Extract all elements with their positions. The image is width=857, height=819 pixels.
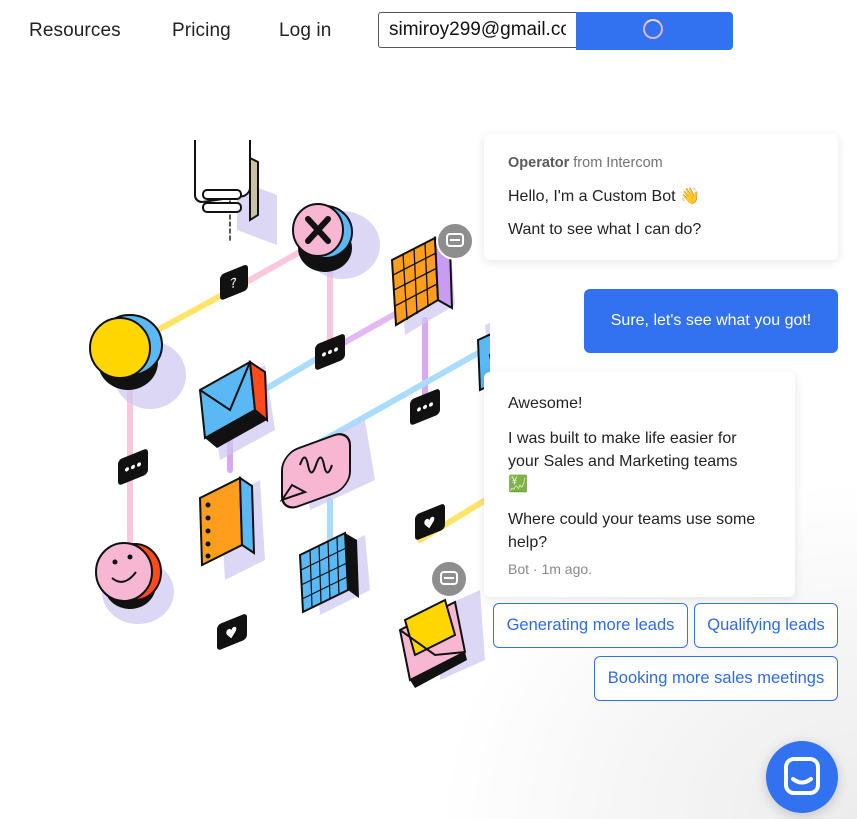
bot-message-bubble: Awesome! I was built to make life easier… — [484, 372, 795, 597]
operator-avatar — [436, 222, 474, 260]
user-reply-bubble: Sure, let's see what you got! — [584, 289, 838, 353]
bot-line-help-1: Where could your teams use some — [508, 511, 756, 528]
pink-chat-bubble-icon — [279, 420, 375, 510]
option-booking-meetings-button[interactable]: Booking more sales meetings — [594, 656, 838, 701]
operator-greeting: Hello, I'm a Custom Bot 👋 — [508, 188, 700, 205]
notebook-icon — [198, 476, 265, 580]
operator-message-bubble: Operator from Intercom Hello, I'm a Cust… — [484, 134, 838, 260]
nav-pricing-link[interactable]: Pricing — [172, 20, 231, 42]
envelope-icon — [198, 359, 275, 460]
bot-line-help-2: help? — [508, 534, 548, 551]
loading-spinner-icon — [643, 19, 663, 39]
email-field[interactable] — [378, 12, 576, 48]
yellow-disc-icon — [89, 314, 186, 409]
operator-header: Operator from Intercom — [508, 155, 663, 171]
bot-line-built-1: I was built to make life easier for — [508, 430, 737, 447]
option-generating-leads-button[interactable]: Generating more leads — [493, 603, 688, 648]
nav-login-link[interactable]: Log in — [279, 20, 331, 42]
option-qualifying-leads-button[interactable]: Qualifying leads — [694, 603, 838, 648]
bot-avatar — [430, 560, 468, 598]
open-envelope-icon — [398, 590, 485, 688]
bot-timestamp: Bot · 1m ago. — [508, 561, 593, 577]
nav-resources-link[interactable]: Resources — [29, 20, 121, 42]
bot-icon — [440, 571, 458, 585]
bot-line-awesome: Awesome! — [508, 395, 583, 412]
note-card-icon — [194, 140, 277, 245]
signup-submit-button[interactable] — [576, 12, 733, 50]
svg-text:?: ? — [230, 275, 237, 293]
messenger-launcher-button[interactable] — [766, 741, 838, 813]
smiley-face-icon — [95, 542, 174, 624]
user-reply-text: Sure, let's see what you got! — [610, 312, 812, 329]
chat-launcher-icon — [784, 757, 820, 795]
chart-emoji-icon: 💹 — [508, 476, 528, 493]
operator-source: from Intercom — [573, 155, 663, 171]
blue-grid-icon — [298, 531, 370, 615]
operator-name: Operator — [508, 155, 570, 171]
operator-question: Want to see what I can do? — [508, 221, 702, 238]
bot-line-built-2: your Sales and Marketing teams — [508, 453, 738, 470]
close-circle-icon — [292, 203, 380, 279]
workflow-illustration: ? ♥ ♥ — [89, 140, 490, 760]
operator-bot-icon — [446, 233, 464, 247]
